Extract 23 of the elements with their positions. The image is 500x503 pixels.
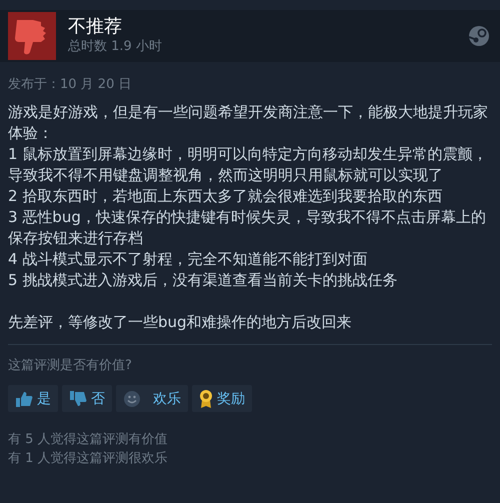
funny-button[interactable]: 欢乐 xyxy=(116,385,188,412)
helpful-count-text: 有 1 人觉得这篇评测很欢乐 xyxy=(8,450,169,468)
steam-icon xyxy=(468,25,490,47)
thumbs-down-icon xyxy=(8,12,56,60)
thumbs-up-icon xyxy=(15,390,33,408)
review-paragraph: 2 拾取东西时，若地面上东西太多了就会很难选到我要拾取的东西 xyxy=(8,186,444,207)
review-paragraph: 游戏是好游戏，但是有一些问题希望开发商注意一下，能极大地提升玩家体验： xyxy=(8,102,488,144)
review-paragraph: 4 战斗模式显示不了射程，完全不知道能不能打到对面 xyxy=(8,249,368,270)
review-paragraph: 先差评，等修改了一些bug和难操作的地方后改回来 xyxy=(8,312,353,333)
review-paragraph: 5 挑战模式进入游戏后，没有渠道查看当前关卡的挑战任务 xyxy=(8,270,398,291)
helpful-count-text: 有 5 人觉得这篇评测有价值 xyxy=(8,431,169,449)
no-button[interactable]: 否 xyxy=(62,385,112,412)
review-paragraph: 1 鼠标放置到屏幕边缘时，明明可以向特定方向移动却发生异常的震颤，导致我不得不用键盘调整视角，然而这明明只用鼠标就可以实现了 xyxy=(8,144,488,186)
award-ribbon-icon xyxy=(199,388,213,408)
playtime-text: 总时数 1.9 小时 xyxy=(68,38,163,56)
review-paragraph: 3 恶性bug，快速保存的快捷键有时候失灵，导致我不得不点击屏幕上的保存按钮来进行存档 xyxy=(8,207,487,249)
verdict-title: 不推荐 xyxy=(68,16,123,38)
yes-button[interactable]: 是 xyxy=(8,385,58,412)
thumbs-down-icon xyxy=(69,390,87,408)
helpful-question: 这篇评测是否有价值? xyxy=(7,357,133,375)
posted-date: 发布于：10 月 20 日 xyxy=(7,76,132,94)
award-button[interactable]: 奖励 xyxy=(192,385,252,412)
smiley-icon xyxy=(123,390,141,408)
